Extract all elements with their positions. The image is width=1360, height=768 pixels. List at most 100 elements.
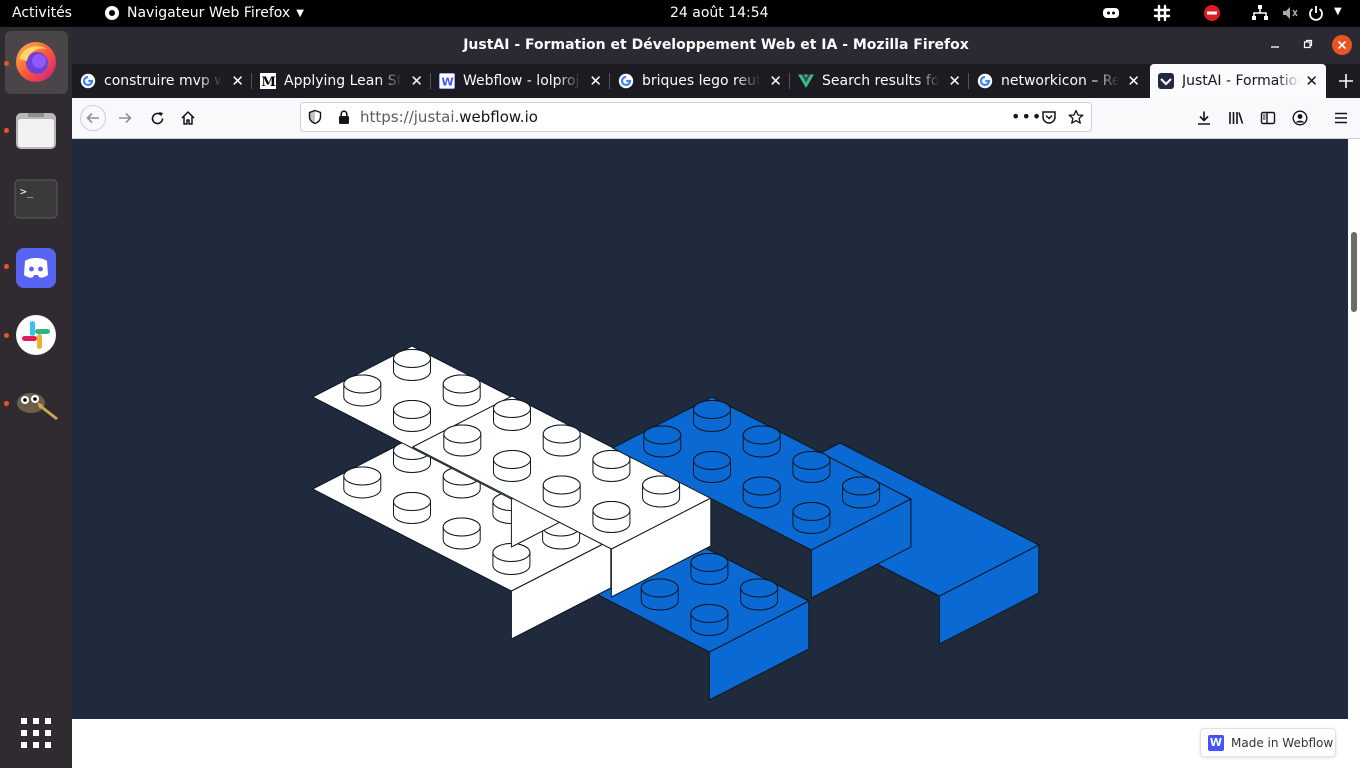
brick-stud bbox=[740, 578, 779, 611]
tab-label: Search results for bbox=[822, 73, 940, 89]
tab-close-icon[interactable]: ✕ bbox=[948, 72, 961, 90]
tab-networkicon[interactable]: networkicon – Rec ✕ bbox=[969, 64, 1148, 98]
brick-stud bbox=[442, 374, 481, 407]
window-title-bar[interactable]: JustAI - Formation et Développement Web … bbox=[72, 27, 1360, 64]
google-icon bbox=[618, 73, 634, 89]
brick-stud bbox=[442, 517, 481, 550]
tab-close-icon[interactable]: ✕ bbox=[231, 72, 244, 90]
made-in-webflow-badge[interactable]: W Made in Webflow bbox=[1200, 728, 1336, 757]
forward-arrow-icon[interactable] bbox=[113, 106, 137, 130]
scrollbar-thumb[interactable] bbox=[1351, 232, 1357, 312]
back-arrow-icon[interactable] bbox=[80, 105, 106, 131]
brick-stud bbox=[592, 501, 631, 533]
app-menu-label: Navigateur Web Firefox bbox=[127, 5, 291, 21]
sidebar-toggle-icon[interactable] bbox=[1256, 106, 1280, 130]
brick-stud bbox=[742, 476, 781, 509]
dock: >_ bbox=[0, 27, 72, 768]
files-icon[interactable] bbox=[8, 103, 64, 159]
tab-label: networkicon – Rec bbox=[1001, 73, 1119, 89]
power-icon[interactable] bbox=[1307, 4, 1325, 26]
show-applications-grid-icon[interactable] bbox=[8, 705, 64, 761]
url-domain: webflow.io bbox=[459, 108, 538, 126]
library-icon[interactable] bbox=[1224, 106, 1248, 130]
brick-stud bbox=[542, 475, 581, 508]
brick-stud bbox=[592, 450, 631, 482]
brick-stud bbox=[640, 578, 679, 611]
tab-label: JustAI - Formation bbox=[1182, 73, 1300, 89]
volume-muted-icon[interactable] bbox=[1281, 4, 1299, 26]
gimp-icon[interactable] bbox=[8, 375, 64, 431]
tab-search-results[interactable]: Search results for ✕ bbox=[790, 64, 969, 98]
tab-applying-lean[interactable]: M Applying Lean Sta ✕ bbox=[252, 64, 431, 98]
app-menu[interactable]: Navigateur Web Firefox ▼ bbox=[104, 5, 304, 21]
brick-stud bbox=[393, 349, 431, 381]
tab-close-icon[interactable]: ✕ bbox=[769, 72, 782, 90]
reload-icon[interactable] bbox=[145, 106, 169, 130]
webflow-logo-icon: W bbox=[1208, 734, 1224, 751]
tab-construire-mvp[interactable]: construire mvp wi ✕ bbox=[72, 64, 252, 98]
slack-tray-icon[interactable] bbox=[1153, 4, 1171, 26]
tab-close-icon[interactable]: ✕ bbox=[589, 72, 602, 90]
slack-icon[interactable] bbox=[8, 307, 64, 363]
brick-stud bbox=[542, 424, 581, 457]
discord-tray-icon[interactable] bbox=[1102, 4, 1120, 26]
webflow-icon: W bbox=[439, 73, 455, 89]
tab-label: Applying Lean Sta bbox=[284, 73, 402, 89]
brick-stud bbox=[493, 450, 531, 482]
minimize-button[interactable] bbox=[1267, 36, 1283, 52]
account-icon[interactable] bbox=[1288, 106, 1312, 130]
brick-stud bbox=[492, 543, 531, 575]
svg-text:M: M bbox=[262, 75, 276, 89]
medium-icon: M bbox=[260, 73, 276, 89]
brick-stud bbox=[690, 553, 729, 585]
brick-stud bbox=[742, 425, 781, 458]
downloads-icon[interactable] bbox=[1192, 106, 1216, 130]
tab-label: briques lego reutil bbox=[642, 73, 760, 89]
address-bar[interactable]: https://justai.webflow.io ••• bbox=[300, 102, 1092, 132]
firefox-small-icon bbox=[105, 6, 119, 20]
tab-close-icon[interactable]: ✕ bbox=[1305, 72, 1318, 90]
svg-text:>_: >_ bbox=[20, 185, 34, 198]
home-icon[interactable] bbox=[176, 106, 200, 130]
brick-stud bbox=[443, 424, 482, 457]
page-footer-area bbox=[72, 719, 1348, 768]
pocket-icon[interactable] bbox=[1041, 109, 1057, 129]
network-icon[interactable] bbox=[1251, 4, 1269, 26]
tab-close-icon[interactable]: ✕ bbox=[1127, 72, 1140, 90]
system-menu-chevron-icon[interactable]: ▼ bbox=[1334, 6, 1342, 17]
google-icon bbox=[80, 73, 96, 89]
activities-button[interactable]: Activités bbox=[12, 5, 72, 21]
close-window-button[interactable] bbox=[1332, 35, 1352, 55]
tab-webflow-lolproject[interactable]: W Webflow - lolproje ✕ bbox=[431, 64, 610, 98]
brick-stud bbox=[690, 604, 729, 636]
terminal-icon[interactable]: >_ bbox=[8, 171, 64, 227]
new-tab-plus-icon[interactable] bbox=[1334, 69, 1358, 93]
window-title: JustAI - Formation et Développement Web … bbox=[463, 37, 969, 53]
bookmark-star-icon[interactable] bbox=[1068, 109, 1084, 129]
brick-stud bbox=[393, 400, 431, 432]
page-content bbox=[72, 139, 1348, 719]
tab-close-icon[interactable]: ✕ bbox=[410, 72, 423, 90]
clock[interactable]: 24 août 14:54 bbox=[670, 5, 769, 21]
brick-stud bbox=[343, 466, 382, 499]
tab-label: Webflow - lolproje bbox=[463, 73, 581, 89]
tab-briques-lego[interactable]: briques lego reutil ✕ bbox=[610, 64, 790, 98]
chevron-down-icon: ▼ bbox=[296, 7, 304, 19]
brick-stud bbox=[643, 425, 682, 458]
url-text[interactable]: https://justai.webflow.io bbox=[360, 108, 538, 126]
lock-icon[interactable] bbox=[337, 109, 351, 129]
vue-icon bbox=[798, 73, 814, 89]
brick-stud bbox=[792, 451, 831, 483]
navigation-toolbar: https://justai.webflow.io ••• bbox=[72, 98, 1360, 139]
restore-button[interactable] bbox=[1300, 36, 1316, 52]
page-actions-ellipsis-icon[interactable]: ••• bbox=[1011, 107, 1042, 126]
brick-stud bbox=[693, 451, 731, 483]
hamburger-menu-icon[interactable] bbox=[1329, 106, 1353, 130]
tab-justai-active[interactable]: JustAI - Formation ✕ bbox=[1150, 64, 1326, 98]
discord-icon[interactable] bbox=[8, 240, 64, 296]
tracking-protection-shield-icon[interactable] bbox=[307, 109, 323, 129]
lego-bricks-illustration bbox=[312, 345, 1040, 701]
svg-text:W: W bbox=[442, 76, 454, 89]
do-not-disturb-icon[interactable] bbox=[1203, 4, 1221, 26]
firefox-icon[interactable] bbox=[8, 34, 64, 90]
